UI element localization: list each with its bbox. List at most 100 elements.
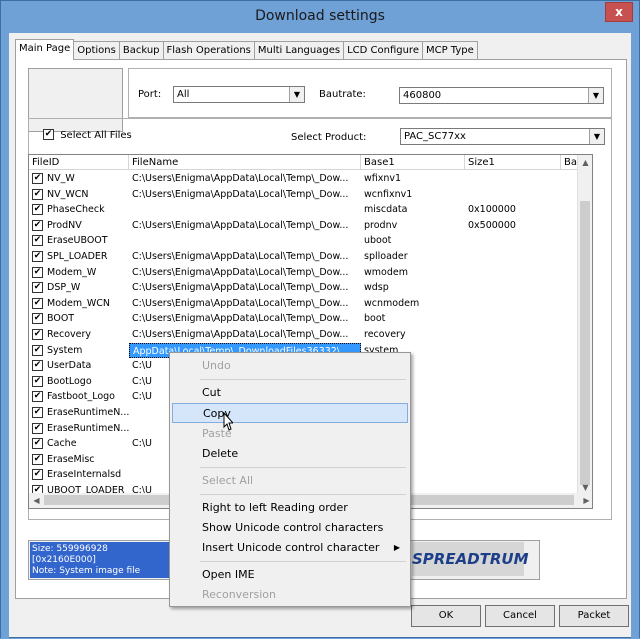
file-name-cell[interactable] [129,233,361,249]
menu-item-reconversion[interactable]: Reconversion [172,585,408,605]
size-cell[interactable] [465,358,561,374]
close-button[interactable]: x [605,2,633,22]
tab-flash-operations[interactable]: Flash Operations [162,41,255,60]
menu-item-copy[interactable]: Copy [172,403,408,423]
base-cell[interactable]: wfixnv1 [361,171,465,187]
file-name-cell[interactable]: C:\Users\Enigma\AppData\Local\Temp\_Dow.… [129,296,361,312]
file-id-cell[interactable]: ✔ EraseRuntimeN... [29,405,129,421]
file-id-cell[interactable]: ✔ Recovery [29,327,129,343]
file-name-cell[interactable]: C:\Users\Enigma\AppData\Local\Temp\_Dow.… [129,187,361,203]
ok-button[interactable]: OK [411,605,481,627]
menu-item-cut[interactable]: Cut [172,383,408,403]
size-cell[interactable] [465,421,561,437]
base-cell[interactable]: wdsp [361,280,465,296]
table-row[interactable]: ✔ PhaseCheck miscdata 0x100000 [29,202,592,218]
chevron-down-icon[interactable]: ▼ [588,88,603,103]
size-cell[interactable] [465,436,561,452]
size-cell[interactable] [465,389,561,405]
file-name-cell[interactable]: C:\Users\Enigma\AppData\Local\Temp\_Dow.… [129,218,361,234]
file-name-cell[interactable] [129,202,361,218]
column-header-base1[interactable]: Base1 [361,155,465,170]
row-checkbox[interactable]: ✔ [32,328,43,340]
size-cell[interactable] [465,296,561,312]
scroll-left-icon[interactable]: ◀ [29,493,44,508]
file-id-cell[interactable]: ✔ UserData [29,358,129,374]
file-id-cell[interactable]: ✔ PhaseCheck [29,202,129,218]
row-checkbox[interactable]: ✔ [32,375,43,387]
table-row[interactable]: ✔ BOOT C:\Users\Enigma\AppData\Local\Temp\… [29,311,592,327]
base-cell[interactable]: prodnv [361,218,465,234]
row-checkbox[interactable]: ✔ [32,188,43,200]
row-checkbox[interactable]: ✔ [32,235,43,247]
table-row[interactable]: ✔ NV_WCN C:\Users\Enigma\AppData\Local\Tem… [29,187,592,203]
size-cell[interactable] [465,187,561,203]
file-id-cell[interactable]: ✔ NV_W [29,171,129,187]
size-cell[interactable] [465,171,561,187]
row-checkbox[interactable]: ✔ [32,219,43,231]
menu-item-rtl[interactable]: Right to left Reading order [172,498,408,518]
file-name-cell[interactable]: C:\Users\Enigma\AppData\Local\Temp\_Dow.… [129,327,361,343]
chevron-down-icon[interactable]: ▼ [589,129,604,144]
file-id-cell[interactable]: ✔ BootLogo [29,374,129,390]
file-id-cell[interactable]: ✔ NV_WCN [29,187,129,203]
row-checkbox[interactable]: ✔ [32,266,43,278]
row-checkbox[interactable]: ✔ [32,360,43,372]
size-cell[interactable] [465,343,561,359]
scroll-right-icon[interactable]: ▶ [579,493,592,508]
file-id-cell[interactable]: ✔ ProdNV [29,218,129,234]
row-checkbox[interactable]: ✔ [32,438,43,450]
menu-item-show-unicode[interactable]: Show Unicode control characters [172,518,408,538]
tab-main-page[interactable]: Main Page [15,39,75,60]
menu-item-paste[interactable]: Paste [172,424,408,444]
size-cell[interactable] [465,249,561,265]
table-row[interactable]: ✔ Modem_WCN C:\Users\Enigma\AppData\Local\… [29,296,592,312]
vertical-scroll-thumb[interactable] [580,201,590,485]
base-cell[interactable]: uboot [361,233,465,249]
row-checkbox[interactable]: ✔ [32,173,43,184]
file-id-cell[interactable]: ✔ EraseRuntimeN... [29,421,129,437]
file-id-cell[interactable]: ✔ EraseUBOOT [29,233,129,249]
file-name-cell[interactable]: C:\Users\Enigma\AppData\Local\Temp\_Dow.… [129,265,361,281]
file-id-cell[interactable]: ✔ SPL_LOADER [29,249,129,265]
file-name-cell[interactable]: C:\Users\Enigma\AppData\Local\Temp\_Dow.… [129,249,361,265]
file-id-cell[interactable]: ✔ BOOT [29,311,129,327]
tab-mcp-type[interactable]: MCP Type [421,41,478,60]
menu-item-undo[interactable]: Undo [172,356,408,376]
row-checkbox[interactable]: ✔ [32,250,43,262]
tab-backup[interactable]: Backup [118,41,164,60]
table-row[interactable]: ✔ ProdNV C:\Users\Enigma\AppData\Local\Tem… [29,218,592,234]
file-name-cell[interactable]: C:\Users\Enigma\AppData\Local\Temp\_Dow.… [129,280,361,296]
scroll-up-icon[interactable]: ▲ [578,155,592,170]
row-checkbox[interactable]: ✔ [32,469,43,481]
menu-item-open-ime[interactable]: Open IME [172,565,408,585]
menu-item-select-all[interactable]: Select All [172,471,408,491]
size-cell[interactable] [465,327,561,343]
file-id-cell[interactable]: ✔ Modem_W [29,265,129,281]
column-header-size1[interactable]: Size1 [465,155,561,170]
column-header-filename[interactable]: FileName [129,155,361,170]
row-checkbox[interactable]: ✔ [32,344,43,356]
title-bar[interactable]: Download settings x [1,1,639,33]
base-cell[interactable]: recovery [361,327,465,343]
port-select[interactable]: All ▼ [173,86,305,103]
file-id-cell[interactable]: ✔ Fastboot_Logo [29,389,129,405]
base-cell[interactable]: wcnmodem [361,296,465,312]
vertical-scrollbar[interactable]: ▲ ▼ [577,155,592,495]
table-row[interactable]: ✔ Modem_W C:\Users\Enigma\AppData\Local\Te… [29,265,592,281]
base-cell[interactable]: miscdata [361,202,465,218]
table-row[interactable]: ✔ NV_W C:\Users\Enigma\AppData\Local\Temp\… [29,171,592,187]
row-checkbox[interactable]: ✔ [32,453,43,465]
file-id-cell[interactable]: ✔ Modem_WCN [29,296,129,312]
size-cell[interactable] [465,374,561,390]
file-id-cell[interactable]: ✔ Cache [29,436,129,452]
size-cell[interactable] [465,405,561,421]
base-cell[interactable]: splloader [361,249,465,265]
base-cell[interactable]: wcnfixnv1 [361,187,465,203]
size-cell[interactable]: 0x100000 [465,202,561,218]
row-checkbox[interactable]: ✔ [32,282,43,294]
size-cell[interactable] [465,452,561,468]
table-row[interactable]: ✔ SPL_LOADER C:\Users\Enigma\AppData\Local… [29,249,592,265]
row-checkbox[interactable]: ✔ [32,313,43,325]
size-cell[interactable] [465,280,561,296]
cancel-button[interactable]: Cancel [485,605,555,627]
